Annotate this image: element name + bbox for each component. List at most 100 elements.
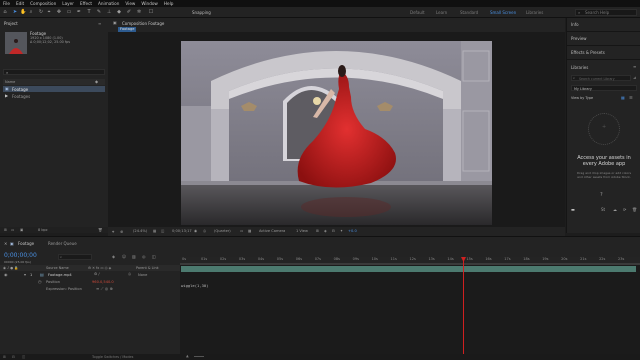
channel-icon[interactable]: ◎ (203, 229, 206, 233)
lock-icon[interactable]: ▣ (113, 20, 117, 25)
interpret-footage-icon[interactable]: ⊞ (4, 228, 7, 232)
parent-select[interactable]: None (138, 273, 147, 277)
draft-3d-icon[interactable]: ◈ (112, 254, 115, 259)
current-timecode[interactable]: 0;00;00;00 (4, 252, 37, 259)
tab-render-queue[interactable]: Render Queue (48, 241, 77, 246)
new-folder-icon[interactable]: ▭ (11, 228, 14, 232)
label-column-icon[interactable]: ◆ (95, 79, 98, 84)
zoom-tool-icon[interactable]: ⌕ (28, 9, 34, 15)
expand-arrow-icon[interactable]: ▾ (24, 272, 26, 277)
modes-toggle-icon[interactable]: ⊟ (12, 355, 15, 359)
preview-panel-header[interactable]: Preview (571, 36, 587, 41)
always-preview-icon[interactable]: ⌖ (112, 229, 114, 234)
puppet-tool-icon[interactable]: ✲ (136, 9, 142, 15)
menu-window[interactable]: Window (141, 1, 158, 6)
workspace-libraries[interactable]: Libraries (526, 10, 543, 15)
zoom-level[interactable]: (24.4%) (133, 229, 147, 233)
type-tool-icon[interactable]: T (86, 9, 92, 15)
libraries-header[interactable]: Libraries (571, 65, 588, 70)
menu-animation[interactable]: Animation (98, 1, 119, 6)
hand-tool-icon[interactable]: ✋ (20, 9, 26, 15)
close-icon[interactable]: ✕ (4, 241, 7, 246)
list-view-icon[interactable]: ☰ (629, 95, 633, 100)
render-icon[interactable]: ⊞ (316, 229, 319, 233)
rectangle-tool-icon[interactable]: ▭ (66, 9, 72, 15)
filter-icon[interactable]: ⊿ (633, 75, 636, 80)
menu-composition[interactable]: Composition (30, 1, 56, 6)
workspace-small-screen[interactable]: Small Screen (490, 10, 516, 15)
grid-icon[interactable]: ▦ (153, 229, 156, 233)
pan-behind-tool-icon[interactable]: ✥ (56, 9, 62, 15)
playhead[interactable] (463, 257, 464, 357)
layer-name[interactable]: Footage.mp4 (48, 273, 72, 277)
resolution-select[interactable]: (Quarter) (214, 229, 231, 233)
in-out-toggle-icon[interactable]: ◫ (22, 355, 25, 359)
motion-blur-icon[interactable]: ◎ (142, 254, 146, 259)
current-time[interactable]: 0;00;13;17 (172, 229, 192, 233)
brush-tool-icon[interactable]: ✎ (96, 9, 102, 15)
home-icon[interactable]: ⌂ (2, 9, 8, 15)
bpc-label[interactable]: 8 bpc (38, 228, 48, 232)
rotate-tool-icon[interactable]: ↻ (38, 9, 44, 15)
selection-tool-icon[interactable]: ➤ (12, 9, 18, 15)
roto-brush-tool-icon[interactable]: ✐ (126, 9, 132, 15)
mask-icon[interactable]: ◫ (161, 229, 164, 233)
stock-icon[interactable]: St (601, 207, 605, 212)
search-help-input[interactable]: ⌕ Search Help (575, 9, 637, 16)
add-content-icon[interactable]: ▬ (571, 207, 575, 212)
layer-row[interactable]: ◉ ▾ 1 ▤ Footage.mp4 ⚙ / ◎ None (0, 272, 180, 278)
expression-row[interactable]: Expression: Position ≡ ⟋ ◎ ⊕ (0, 286, 180, 292)
frame-blending-icon[interactable]: ▥ (132, 254, 136, 259)
cloud-icon[interactable]: ☁ (613, 207, 617, 212)
menu-view[interactable]: View (125, 1, 135, 6)
timeline-search-input[interactable]: ⌕ (58, 254, 92, 260)
tab-footage[interactable]: Footage (18, 241, 34, 246)
graph-editor-icon[interactable]: ◫ (152, 254, 156, 259)
project-row[interactable]: ▶ Footages (3, 93, 105, 99)
menu-help[interactable]: Help (164, 1, 174, 6)
visibility-icon[interactable]: ◉ (4, 272, 8, 277)
help-icon[interactable]: ? (600, 192, 603, 198)
delete-icon[interactable]: 🗑 (632, 207, 637, 212)
camera-tool-icon[interactable]: ⌖ (46, 9, 52, 15)
snapping-checkbox-icon[interactable]: ☐ (148, 9, 154, 15)
grid-view-icon[interactable]: ▦ (621, 95, 625, 100)
sync-icon[interactable]: ⟳ (623, 207, 626, 212)
layer-switches-toggle-icon[interactable]: ⊞ (3, 355, 6, 359)
project-search-input[interactable]: ⌕ (3, 69, 105, 75)
menu-layer[interactable]: Layer (62, 1, 74, 6)
flowchart-icon[interactable]: ⊟ (332, 229, 335, 233)
effects-presets-header[interactable]: Effects & Presets (571, 50, 605, 55)
menu-effect[interactable]: Effect (80, 1, 92, 6)
draft-3d-icon[interactable]: ◈ (324, 229, 327, 233)
info-panel-header[interactable]: Info (571, 22, 579, 27)
property-row[interactable]: ◷ Position 960.0,540.0 (0, 279, 180, 285)
pickwhip-icon[interactable]: ◎ (128, 272, 131, 276)
exposure-value[interactable]: +0.0 (348, 229, 357, 233)
toggle-switches-modes[interactable]: Toggle Switches / Modes (92, 355, 133, 359)
workspace-standard[interactable]: Standard (460, 10, 478, 15)
camera-select[interactable]: Active Camera (259, 229, 285, 233)
clone-stamp-tool-icon[interactable]: ⊥ (106, 9, 112, 15)
region-of-interest-icon[interactable]: ▭ (240, 229, 243, 233)
reset-exposure-icon[interactable]: ✦ (340, 229, 343, 233)
name-column-header[interactable]: Name (5, 80, 15, 84)
delete-icon[interactable]: 🗑 (98, 228, 102, 232)
expression-text[interactable]: wiggle(1,30) (181, 283, 208, 288)
menu-edit[interactable]: Edit (16, 1, 24, 6)
composition-subtab[interactable]: Footage (118, 27, 137, 32)
panel-menu-icon[interactable]: ≡ (633, 64, 636, 69)
shy-icon[interactable]: ☺ (122, 254, 126, 259)
menu-file[interactable]: File (3, 1, 10, 6)
zoom-out-icon[interactable]: ▲ (186, 354, 189, 358)
expression-controls-icon[interactable]: ≡ ⟋ ◎ ⊕ (96, 286, 113, 291)
transparency-grid-icon[interactable]: ▩ (248, 229, 251, 233)
layer-duration-bar[interactable] (181, 266, 636, 272)
new-composition-icon[interactable]: ▣ (20, 228, 23, 232)
libraries-search-input[interactable]: ⌕ Search current Library (571, 75, 631, 81)
workspace-learn[interactable]: Learn (436, 10, 447, 15)
snapshot-icon[interactable]: ◉ (194, 229, 197, 233)
view-layout-select[interactable]: 1 View (296, 229, 308, 233)
eraser-tool-icon[interactable]: ◆ (116, 9, 122, 15)
tab-composition[interactable]: Composition Footage (122, 21, 164, 26)
